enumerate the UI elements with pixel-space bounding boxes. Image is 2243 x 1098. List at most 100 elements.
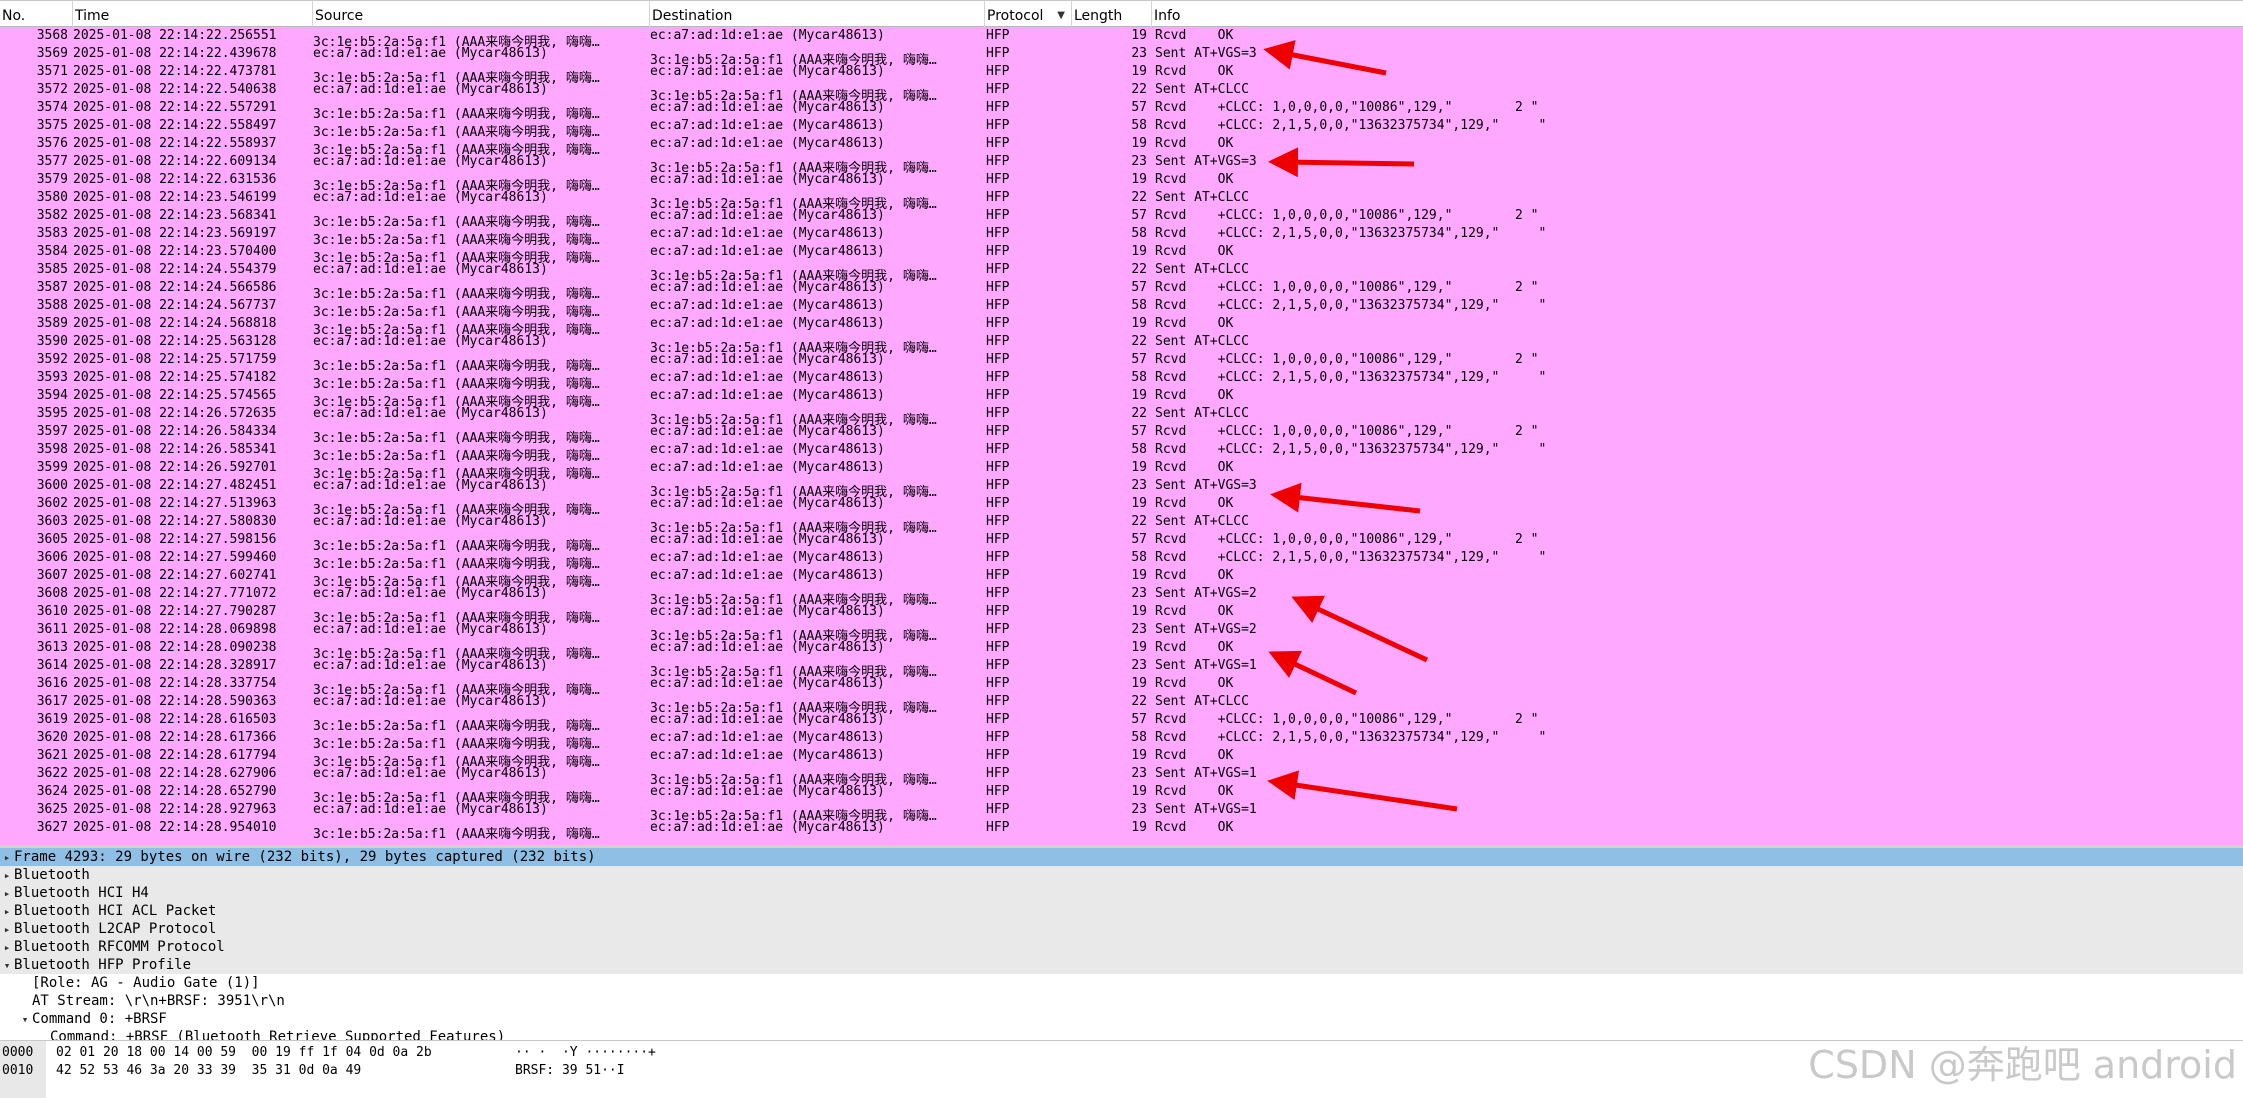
packet-row[interactable]: 3624 2025-01-08 22:14:28.652790 3c:1e:b5:2… bbox=[0, 783, 2243, 806]
packet-row[interactable]: 3582 2025-01-08 22:14:23.568341 3c:1e:b5:2… bbox=[0, 207, 2243, 230]
column-no-header[interactable]: No. bbox=[0, 1, 73, 27]
detail-tree-label: [Role: AG - Audio Gate (1)] bbox=[32, 975, 260, 991]
packet-row[interactable]: 3594 2025-01-08 22:14:25.574565 3c:1e:b5:2… bbox=[0, 387, 2243, 410]
column-length-header[interactable]: Length bbox=[1072, 1, 1152, 27]
packet-row[interactable]: 3625 2025-01-08 22:14:28.927963 ec:a7:ad:1… bbox=[0, 801, 2243, 824]
detail-tree-item[interactable]: ▸ Bluetooth HCI H4 bbox=[0, 884, 2243, 902]
packet-row[interactable]: 3575 2025-01-08 22:14:22.558497 3c:1e:b5:2… bbox=[0, 117, 2243, 140]
packet-row[interactable]: 3585 2025-01-08 22:14:24.554379 ec:a7:ad:1… bbox=[0, 261, 2243, 284]
packet-row[interactable]: 3600 2025-01-08 22:14:27.482451 ec:a7:ad:1… bbox=[0, 477, 2243, 500]
packet-row[interactable]: 3572 2025-01-08 22:14:22.540638 ec:a7:ad:1… bbox=[0, 81, 2243, 104]
packet-row[interactable]: 3569 2025-01-08 22:14:22.439678 ec:a7:ad:1… bbox=[0, 45, 2243, 68]
packet-row[interactable]: 3577 2025-01-08 22:14:22.609134 ec:a7:ad:1… bbox=[0, 153, 2243, 176]
packet-row[interactable]: 3568 2025-01-08 22:14:22.256551 3c:1e:b5:2… bbox=[0, 27, 2243, 50]
hex-bytes[interactable]: 02 01 20 18 00 14 00 59 00 19 ff 1f 04 0… bbox=[56, 1044, 432, 1062]
detail-tree-item[interactable]: ▸ Frame 4293: 29 bytes on wire (232 bits)… bbox=[0, 848, 2243, 866]
column-time-header[interactable]: Time bbox=[73, 1, 313, 27]
packet-protocol-cell: HFP bbox=[986, 730, 1010, 745]
expanded-arrow-icon[interactable]: ▾ bbox=[0, 957, 14, 975]
packet-row[interactable]: 3607 2025-01-08 22:14:27.602741 3c:1e:b5:2… bbox=[0, 567, 2243, 590]
hex-ascii[interactable]: BRSF: 39 51··I bbox=[515, 1062, 625, 1080]
packet-row[interactable]: 3622 2025-01-08 22:14:28.627906 ec:a7:ad:1… bbox=[0, 765, 2243, 788]
packet-no-cell: 3585 bbox=[36, 262, 68, 277]
packet-destination-cell: ec:a7:ad:1d:e1:ae (Mycar48613) bbox=[650, 172, 885, 187]
packet-destination-cell: ec:a7:ad:1d:e1:ae (Mycar48613) bbox=[650, 100, 885, 115]
packet-row[interactable]: 3614 2025-01-08 22:14:28.328917 ec:a7:ad:1… bbox=[0, 657, 2243, 680]
packet-row[interactable]: 3592 2025-01-08 22:14:25.571759 3c:1e:b5:2… bbox=[0, 351, 2243, 374]
packet-row[interactable]: 3583 2025-01-08 22:14:23.569197 3c:1e:b5:2… bbox=[0, 225, 2243, 248]
packet-destination-cell: ec:a7:ad:1d:e1:ae (Mycar48613) bbox=[650, 352, 885, 367]
packet-row[interactable]: 3627 2025-01-08 22:14:28.954010 3c:1e:b5:2… bbox=[0, 819, 2243, 842]
packet-row[interactable]: 3598 2025-01-08 22:14:26.585341 3c:1e:b5:2… bbox=[0, 441, 2243, 464]
packet-time-cell: 2025-01-08 22:14:22.473781 bbox=[73, 64, 277, 79]
detail-tree-item[interactable]: ▸ Bluetooth L2CAP Protocol bbox=[0, 920, 2243, 938]
packet-row[interactable]: 3605 2025-01-08 22:14:27.598156 3c:1e:b5:2… bbox=[0, 531, 2243, 554]
packet-row[interactable]: 3620 2025-01-08 22:14:28.617366 3c:1e:b5:2… bbox=[0, 729, 2243, 752]
packet-no-cell: 3588 bbox=[36, 298, 68, 313]
packet-time-cell: 2025-01-08 22:14:28.652790 bbox=[73, 784, 277, 799]
detail-tree-item[interactable]: AT Stream: \r\n+BRSF: 3951\r\n bbox=[0, 992, 2243, 1010]
packet-row[interactable]: 3599 2025-01-08 22:14:26.592701 3c:1e:b5:2… bbox=[0, 459, 2243, 482]
detail-tree-item[interactable]: [Role: AG - Audio Gate (1)] bbox=[0, 974, 2243, 992]
packet-no-cell: 3598 bbox=[36, 442, 68, 457]
packet-row[interactable]: 3603 2025-01-08 22:14:27.580830 ec:a7:ad:1… bbox=[0, 513, 2243, 536]
packet-row[interactable]: 3574 2025-01-08 22:14:22.557291 3c:1e:b5:2… bbox=[0, 99, 2243, 122]
packet-row[interactable]: 3597 2025-01-08 22:14:26.584334 3c:1e:b5:2… bbox=[0, 423, 2243, 446]
detail-tree-item[interactable]: ▾ Bluetooth HFP Profile bbox=[0, 956, 2243, 974]
packet-row[interactable]: 3613 2025-01-08 22:14:28.090238 3c:1e:b5:2… bbox=[0, 639, 2243, 662]
packet-row[interactable]: 3579 2025-01-08 22:14:22.631536 3c:1e:b5:2… bbox=[0, 171, 2243, 194]
packet-row[interactable]: 3621 2025-01-08 22:14:28.617794 3c:1e:b5:2… bbox=[0, 747, 2243, 770]
packet-row[interactable]: 3576 2025-01-08 22:14:22.558937 3c:1e:b5:2… bbox=[0, 135, 2243, 158]
packet-row[interactable]: 3606 2025-01-08 22:14:27.599460 3c:1e:b5:2… bbox=[0, 549, 2243, 572]
packet-row[interactable]: 3580 2025-01-08 22:14:23.546199 ec:a7:ad:1… bbox=[0, 189, 2243, 212]
packet-row[interactable]: 3590 2025-01-08 22:14:25.563128 ec:a7:ad:1… bbox=[0, 333, 2243, 356]
packet-no-cell: 3572 bbox=[36, 82, 68, 97]
collapsed-arrow-icon[interactable]: ▸ bbox=[0, 867, 14, 885]
detail-tree-item[interactable]: ▸ Bluetooth bbox=[0, 866, 2243, 884]
packet-length-cell: 19 bbox=[1131, 568, 1147, 583]
packet-row[interactable]: 3617 2025-01-08 22:14:28.590363 ec:a7:ad:1… bbox=[0, 693, 2243, 716]
packet-row[interactable]: 3619 2025-01-08 22:14:28.616503 3c:1e:b5:2… bbox=[0, 711, 2243, 734]
packet-row[interactable]: 3593 2025-01-08 22:14:25.574182 3c:1e:b5:2… bbox=[0, 369, 2243, 392]
packet-row[interactable]: 3602 2025-01-08 22:14:27.513963 3c:1e:b5:2… bbox=[0, 495, 2243, 518]
packet-protocol-cell: HFP bbox=[986, 586, 1010, 601]
packet-info-cell: Rcvd +CLCC: 2,1,5,0,0,"13632375734",129,… bbox=[1155, 118, 1547, 133]
packet-row[interactable]: 3589 2025-01-08 22:14:24.568818 3c:1e:b5:2… bbox=[0, 315, 2243, 338]
packet-destination-cell: ec:a7:ad:1d:e1:ae (Mycar48613) bbox=[650, 244, 885, 259]
packet-row[interactable]: 3616 2025-01-08 22:14:28.337754 3c:1e:b5:2… bbox=[0, 675, 2243, 698]
packet-row[interactable]: 3588 2025-01-08 22:14:24.567737 3c:1e:b5:2… bbox=[0, 297, 2243, 320]
packet-length-cell: 19 bbox=[1131, 784, 1147, 799]
collapsed-arrow-icon[interactable]: ▸ bbox=[0, 939, 14, 957]
column-info-header[interactable]: Info bbox=[1152, 1, 2243, 27]
detail-tree-item[interactable]: Command: +BRSF (Bluetooth Retrieve Suppo… bbox=[0, 1028, 2243, 1040]
detail-tree-item[interactable]: ▸ Bluetooth RFCOMM Protocol bbox=[0, 938, 2243, 956]
hex-ascii[interactable]: ·· · ·Y ········+ bbox=[515, 1044, 656, 1062]
column-source-header[interactable]: Source bbox=[313, 1, 650, 27]
collapsed-arrow-icon[interactable]: ▸ bbox=[0, 921, 14, 939]
column-destination-header[interactable]: Destination bbox=[650, 1, 985, 27]
packet-protocol-cell: HFP bbox=[986, 802, 1010, 817]
packet-source-cell: ec:a7:ad:1d:e1:ae (Mycar48613) bbox=[313, 262, 548, 277]
packet-row[interactable]: 3595 2025-01-08 22:14:26.572635 ec:a7:ad:1… bbox=[0, 405, 2243, 428]
packet-destination-cell: ec:a7:ad:1d:e1:ae (Mycar48613) bbox=[650, 604, 885, 619]
packet-details-pane[interactable]: ▸ Frame 4293: 29 bytes on wire (232 bits)… bbox=[0, 848, 2243, 1040]
detail-tree-item[interactable]: ▾ Command 0: +BRSF bbox=[0, 1010, 2243, 1028]
expanded-arrow-icon[interactable]: ▾ bbox=[18, 1011, 32, 1029]
collapsed-arrow-icon[interactable]: ▸ bbox=[0, 849, 14, 867]
packet-row[interactable]: 3611 2025-01-08 22:14:28.069898 ec:a7:ad:1… bbox=[0, 621, 2243, 644]
column-protocol-header[interactable]: Protocol ▼ bbox=[985, 1, 1072, 27]
packet-time-cell: 2025-01-08 22:14:28.616503 bbox=[73, 712, 277, 727]
collapsed-arrow-icon[interactable]: ▸ bbox=[0, 903, 14, 921]
packet-info-cell: Rcvd OK bbox=[1155, 172, 1234, 187]
packet-row[interactable]: 3571 2025-01-08 22:14:22.473781 3c:1e:b5:2… bbox=[0, 63, 2243, 86]
packet-source-cell: ec:a7:ad:1d:e1:ae (Mycar48613) bbox=[313, 586, 548, 601]
detail-tree-item[interactable]: ▸ Bluetooth HCI ACL Packet bbox=[0, 902, 2243, 920]
collapsed-arrow-icon[interactable]: ▸ bbox=[0, 885, 14, 903]
packet-row[interactable]: 3610 2025-01-08 22:14:27.790287 3c:1e:b5:2… bbox=[0, 603, 2243, 626]
packet-row[interactable]: 3587 2025-01-08 22:14:24.566586 3c:1e:b5:2… bbox=[0, 279, 2243, 302]
hex-bytes[interactable]: 42 52 53 46 3a 20 33 39 35 31 0d 0a 49 bbox=[56, 1062, 361, 1080]
packet-row[interactable]: 3584 2025-01-08 22:14:23.570400 3c:1e:b5:2… bbox=[0, 243, 2243, 266]
packet-list[interactable]: 3568 2025-01-08 22:14:22.256551 3c:1e:b5:2… bbox=[0, 27, 2243, 845]
packet-protocol-cell: HFP bbox=[986, 46, 1010, 61]
packet-row[interactable]: 3608 2025-01-08 22:14:27.771072 ec:a7:ad:1… bbox=[0, 585, 2243, 608]
